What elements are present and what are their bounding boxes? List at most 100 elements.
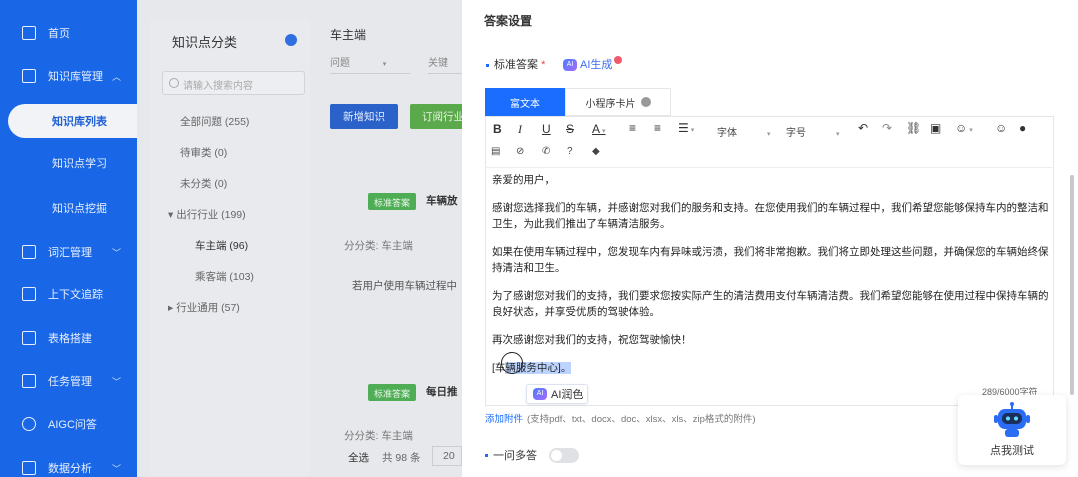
italic-icon[interactable]: I (518, 122, 522, 137)
chevron-down-icon: ▾ (836, 131, 840, 138)
aigc-icon (22, 417, 36, 431)
chevron-down-icon: ▾ (382, 61, 387, 68)
home-icon (22, 26, 36, 40)
category-item[interactable]: 未分类 (0) (180, 176, 227, 191)
add-category-icon[interactable] (285, 34, 297, 46)
image-icon[interactable]: ▣ (930, 121, 941, 135)
content-paragraph: 为了感谢您对我们的支持，我们要求您按实际产生的清洁费用支付车辆清洁费。我们希望您… (492, 290, 1049, 318)
subscribe-industry-button[interactable]: 订阅行业 (410, 104, 466, 129)
strikethrough-icon[interactable]: S (566, 122, 574, 136)
card-meta: 分分类: 车主端 (344, 240, 413, 252)
filter-type-select[interactable]: 问题 ▾ (330, 54, 410, 74)
chevron-up-icon: ︿ (111, 71, 121, 82)
chevron-down-icon: ▾ (767, 131, 771, 138)
nav-analytics[interactable]: 数据分析 ﹀ (0, 456, 137, 477)
vocab-icon (22, 245, 36, 259)
card-meta: 分分类: 车主端 (344, 430, 413, 442)
content-paragraph: 如果在使用车辆过程中，您发现车内有异味或污渍，我们将非常抱歉。我们将立即处理这些… (492, 246, 1049, 274)
search-icon (169, 78, 179, 88)
chevron-down-icon: ﹀ (111, 376, 121, 387)
redo-icon[interactable]: ↷ (882, 121, 892, 135)
help-icon (640, 97, 651, 107)
status-badge: 标准答案 (368, 384, 417, 401)
sidebar: 首页 知识库管理 ︿ 知识库列表 知识点学习 知识点挖掘 词汇管理 ﹀ 上下文追… (0, 0, 150, 477)
content-paragraph: 感谢您选择我们的车辆，并感谢您对我们的服务和支持。在您使用我们的车辆过程中，我们… (492, 202, 1049, 230)
chevron-down-icon: ﹀ (111, 247, 121, 258)
align-center-icon[interactable]: ≡ (654, 121, 661, 135)
undo-icon[interactable]: ↶ (858, 121, 868, 135)
category-item[interactable]: 全部问题 (255) (180, 114, 249, 129)
robot-icon[interactable]: ● (1019, 121, 1026, 135)
chevron-down-icon: ﹀ (111, 463, 121, 474)
status-badge: 标准答案 (368, 193, 417, 210)
attachment-row: 添加附件 (支持pdf、txt、docx、doc、xlsx、xls、zip格式的附… (485, 414, 756, 425)
add-attachment-link[interactable]: 添加附件 (485, 414, 523, 425)
robot-label: 点我测试 (990, 445, 1034, 457)
content-paragraph: 亲爱的用户， (492, 174, 555, 186)
hot-badge-icon (614, 56, 623, 64)
robot-icon[interactable] (992, 402, 1032, 438)
ai-polish-button[interactable]: AI AI润色 (526, 384, 588, 404)
phone-icon[interactable]: ✆ (542, 146, 550, 157)
font-color-icon[interactable]: A ▾ (592, 122, 605, 136)
ai-generate-button[interactable]: AI AI生成 (563, 56, 623, 72)
link-icon[interactable]: ⛓ (906, 121, 921, 135)
multi-answer-row: 一问多答 (485, 447, 579, 463)
card-text: 若用户使用车辆过程中 (352, 280, 457, 292)
scrollbar[interactable] (1070, 175, 1074, 395)
category-title: 知识点分类 (172, 35, 238, 50)
add-knowledge-button[interactable]: 新增知识 (330, 104, 398, 129)
page-size-select[interactable]: 20 (432, 446, 462, 466)
emoji-dropdown-icon[interactable]: ☺ ▾ (955, 121, 973, 135)
code-icon[interactable]: ⊘ (516, 146, 524, 157)
sidebar-item-knowledge-list[interactable]: 知识库列表 (8, 104, 150, 138)
editor-content[interactable]: 亲爱的用户， 感谢您选择我们的车辆，并感谢您对我们的服务和支持。在您使用我们的车… (492, 172, 1050, 388)
nav-vocab[interactable]: 词汇管理 ﹀ (0, 240, 137, 264)
nav-table[interactable]: 表格搭建 (0, 326, 137, 350)
video-icon[interactable]: ▤ (491, 146, 500, 157)
standard-answer-label: 标准答案 * (486, 56, 545, 72)
sidebar-item-knowledge-mining[interactable]: 知识点挖掘 (0, 195, 137, 221)
category-item[interactable]: 待审类 (0) (180, 145, 227, 160)
table-icon (22, 331, 36, 345)
category-item[interactable]: ▾ 出行行业 (199) (168, 207, 246, 222)
font-size-select[interactable]: 字号 ▾ (786, 124, 840, 139)
drawer-title: 答案设置 (484, 14, 533, 28)
bold-icon[interactable]: B (493, 122, 502, 136)
nav-home[interactable]: 首页 (0, 21, 137, 45)
ai-icon: AI (533, 388, 547, 400)
caret-down-icon: ▾ (168, 209, 174, 221)
smile-icon[interactable]: ☺ (995, 121, 1007, 135)
font-family-select[interactable]: 字体 ▾ (717, 124, 771, 139)
card-title[interactable]: 车辆放 (426, 193, 458, 208)
category-item-selected[interactable]: 车主端 (96) (195, 238, 248, 253)
category-search-input[interactable]: 请输入搜索内容 (162, 71, 305, 95)
sidebar-item-knowledge-learning[interactable]: 知识点学习 (0, 150, 137, 176)
total-count: 共 98 条 (382, 452, 421, 464)
caret-right-icon: ▸ (168, 302, 174, 314)
underline-icon[interactable]: U (542, 122, 551, 136)
tab-rich-text[interactable]: 富文本 (485, 88, 565, 116)
nav-context[interactable]: 上下文追踪 (0, 282, 137, 306)
card-title[interactable]: 每日推 (426, 384, 458, 399)
chart-icon (22, 461, 36, 475)
help-circle-icon[interactable]: ? (567, 146, 573, 157)
list-icon[interactable]: ☰ ▾ (678, 121, 694, 135)
tab-mini-program-card[interactable]: 小程序卡片 (565, 88, 671, 116)
filter-keyword-input[interactable]: 关键 (428, 54, 462, 74)
multi-answer-toggle[interactable] (549, 447, 579, 463)
nav-task[interactable]: 任务管理 ﹀ (0, 369, 137, 393)
nav-aigc[interactable]: AIGC问答 (0, 412, 137, 436)
nav-knowledge-base[interactable]: 知识库管理 ︿ (0, 64, 137, 88)
context-icon (22, 287, 36, 301)
book-icon (22, 69, 36, 83)
shield-icon[interactable]: ◆ (592, 146, 600, 157)
content-paragraph: 再次感谢您对我们的支持，祝您驾驶愉快！ (492, 334, 692, 346)
select-all-checkbox[interactable]: 全选 (348, 450, 369, 465)
category-item[interactable]: ▸ 行业通用 (57) (168, 300, 240, 315)
content-signature: [车辆服务中心]。 (492, 362, 572, 374)
align-left-icon[interactable]: ≡ (629, 121, 636, 135)
category-item[interactable]: 乘客端 (103) (195, 269, 254, 284)
ai-icon: AI (563, 59, 577, 72)
list-title: 车主端 (330, 28, 367, 42)
